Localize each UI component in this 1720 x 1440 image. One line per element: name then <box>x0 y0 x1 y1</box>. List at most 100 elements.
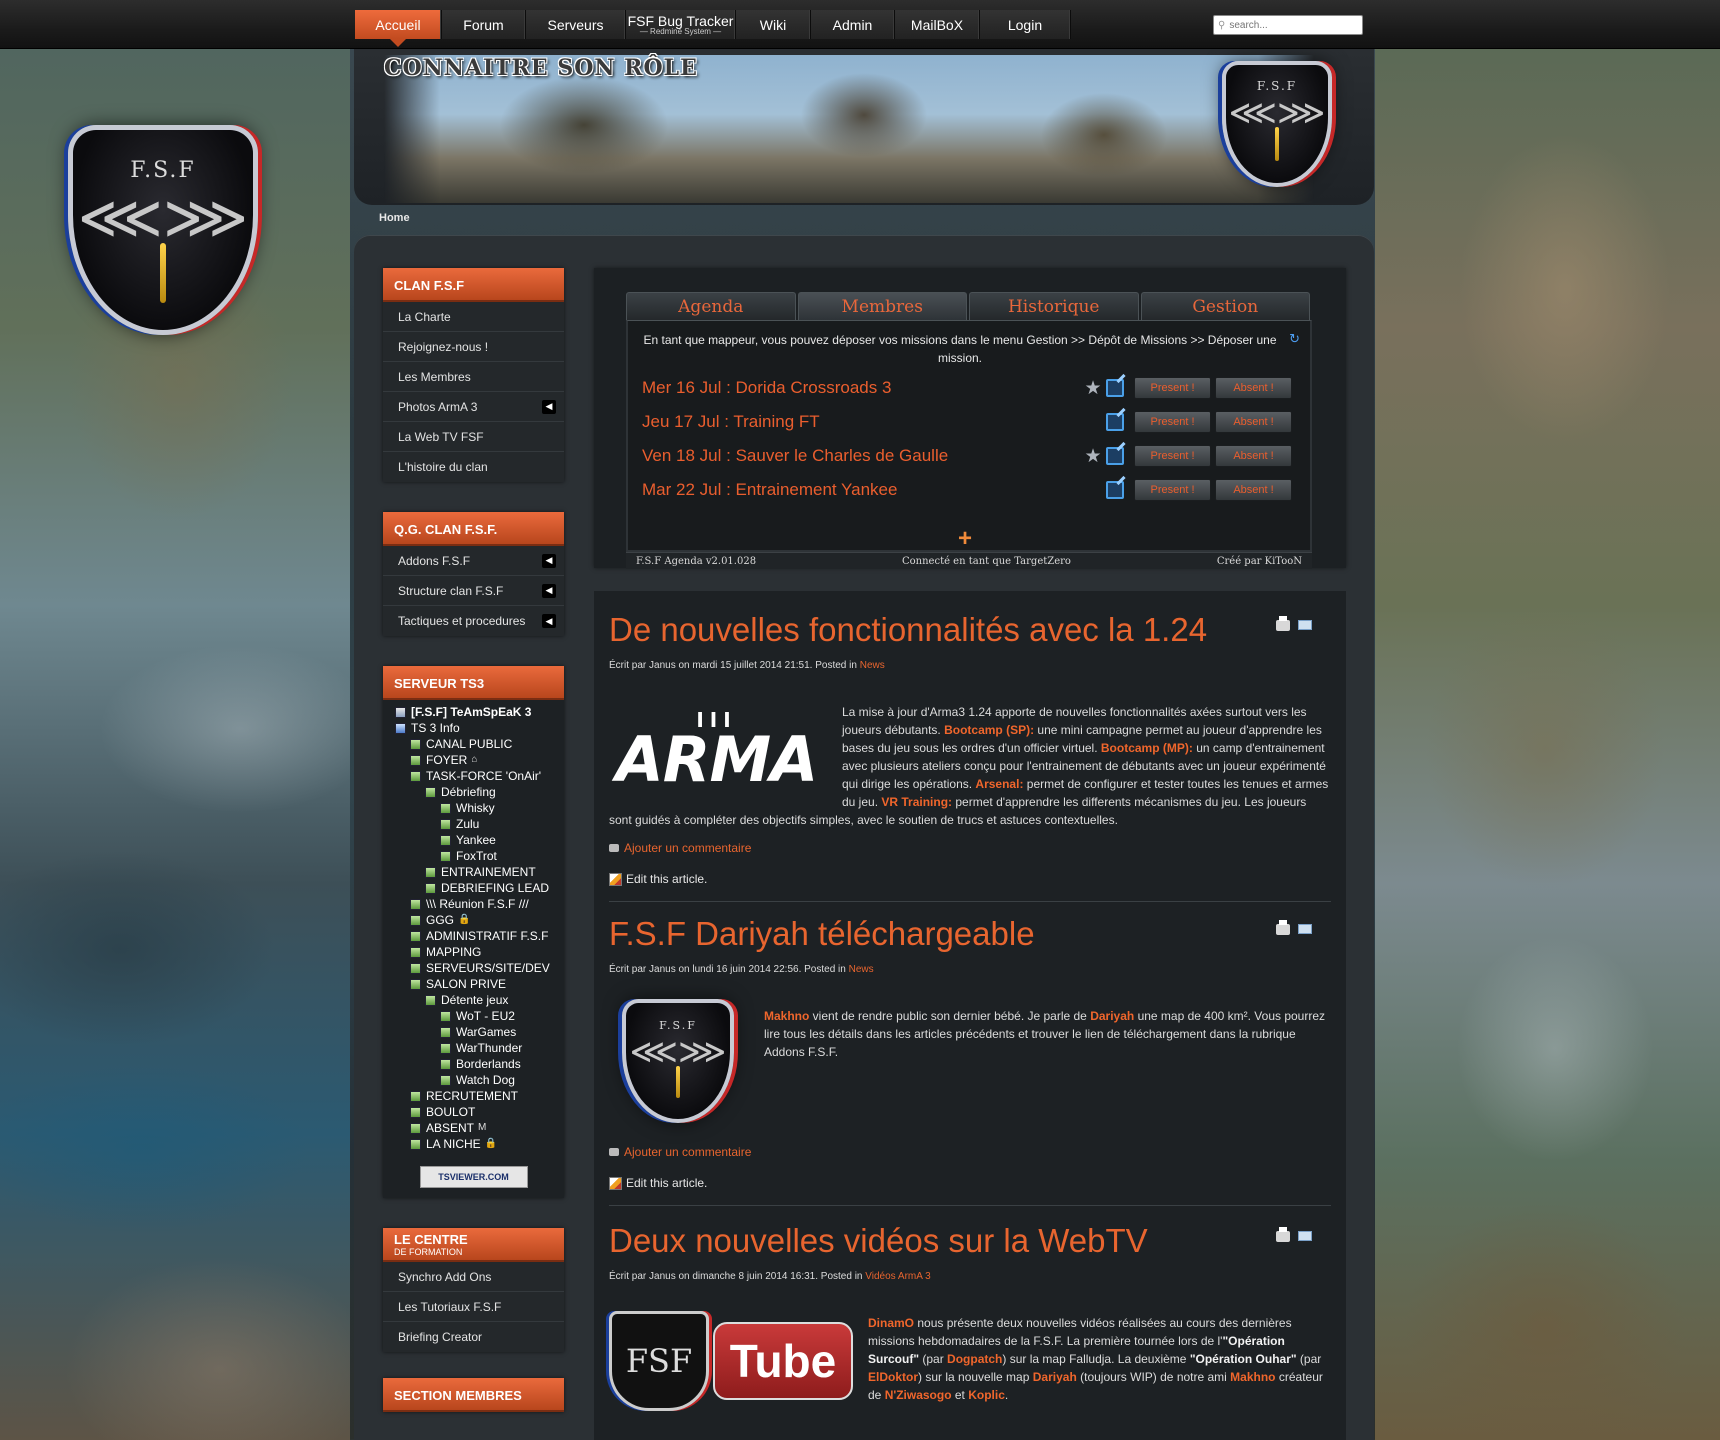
absent-button[interactable]: Absent ! <box>1215 411 1292 433</box>
sidebar-item[interactable]: Photos ArmA 3 ◀ <box>383 392 564 422</box>
present-button[interactable]: Present ! <box>1134 445 1211 467</box>
present-button[interactable]: Present ! <box>1134 411 1211 433</box>
ts3-channel[interactable]: TASK-FORCE 'OnAir' <box>395 768 564 784</box>
breadcrumb[interactable]: Home <box>379 212 410 224</box>
ts3-channel[interactable]: Watch Dog <box>395 1072 564 1088</box>
ts3-channel[interactable]: Borderlands <box>395 1056 564 1072</box>
article-title[interactable]: De nouvelles fonctionnalités avec la 1.2… <box>609 611 1207 649</box>
print-icon[interactable] <box>1276 616 1290 631</box>
ts3-channel[interactable]: ABSENT M <box>395 1120 564 1136</box>
absent-button[interactable]: Absent ! <box>1215 479 1292 501</box>
star-icon[interactable]: ★ <box>1082 445 1104 468</box>
article-category-link[interactable]: News <box>849 964 874 975</box>
ts3-channel[interactable]: Whisky <box>395 800 564 816</box>
print-icon[interactable] <box>1276 920 1290 935</box>
ts3-channel[interactable]: ENTRAINEMENT <box>395 864 564 880</box>
agenda-event-title[interactable]: Mar 22 Jul : Entrainement Yankee <box>642 480 1082 500</box>
ts3-channel[interactable]: SERVEURS/SITE/DEV <box>395 960 564 976</box>
sidebar-item[interactable]: L'histoire du clan <box>383 452 564 482</box>
article-title[interactable]: F.S.F Dariyah téléchargeable <box>609 915 1035 953</box>
ts3-channel[interactable]: Yankee <box>395 832 564 848</box>
ts3-channel[interactable]: BOULOT <box>395 1104 564 1120</box>
sidebar-item[interactable]: La Charte <box>383 302 564 332</box>
highlight-link[interactable]: "Opération Ouhar" <box>1190 1352 1297 1366</box>
add-comment-link[interactable]: Ajouter un commentaire <box>609 841 751 855</box>
edit-article-link[interactable]: Edit this article. <box>609 872 707 886</box>
highlight-link[interactable]: Dariyah <box>1090 1009 1134 1023</box>
ts3-channel[interactable]: Débriefing <box>395 784 564 800</box>
tsviewer-badge[interactable]: TSVIEWER.COM <box>419 1166 528 1188</box>
sidebar-item[interactable]: Les Tutoriaux F.S.F <box>383 1292 564 1322</box>
ts3-channel[interactable]: FoxTrot <box>395 848 564 864</box>
ts3-channel[interactable]: SALON PRIVE <box>395 976 564 992</box>
sidebar-item[interactable]: Tactiques et procedures ◀ <box>383 606 564 636</box>
nav-item-forum[interactable]: Forum <box>442 10 526 39</box>
tab-membres[interactable]: Membres <box>797 292 967 320</box>
ts3-channel[interactable]: Zulu <box>395 816 564 832</box>
edit-icon[interactable] <box>1106 413 1124 431</box>
star-icon[interactable]: ★ <box>1082 377 1104 400</box>
sidebar-item[interactable]: Synchro Add Ons <box>383 1262 564 1292</box>
highlight-link[interactable]: Dariyah <box>1033 1370 1077 1384</box>
ts3-channel[interactable]: WarThunder <box>395 1040 564 1056</box>
chevron-left-icon[interactable]: ◀ <box>542 614 556 628</box>
absent-button[interactable]: Absent ! <box>1215 445 1292 467</box>
ts3-channel[interactable]: WarGames <box>395 1024 564 1040</box>
highlight-link[interactable]: Bootcamp (MP): <box>1101 741 1193 755</box>
add-comment-link[interactable]: Ajouter un commentaire <box>609 1145 751 1159</box>
sidebar-item[interactable]: Addons F.S.F ◀ <box>383 546 564 576</box>
edit-icon[interactable] <box>1106 379 1124 397</box>
search-box[interactable]: ⚲ <box>1213 15 1363 35</box>
ts3-channel[interactable]: CANAL PUBLIC <box>395 736 564 752</box>
ts3-channel[interactable]: Détente jeux <box>395 992 564 1008</box>
search-input[interactable] <box>1229 19 1350 31</box>
nav-item-serveurs[interactable]: Serveurs <box>526 10 626 39</box>
refresh-icon[interactable]: ↻ <box>1289 331 1300 347</box>
absent-button[interactable]: Absent ! <box>1215 377 1292 399</box>
present-button[interactable]: Present ! <box>1134 479 1211 501</box>
add-event-icon[interactable]: + <box>958 525 972 553</box>
highlight-link[interactable]: Bootcamp (SP): <box>944 723 1034 737</box>
article-category-link[interactable]: Vidéos ArmA 3 <box>865 1271 930 1282</box>
print-icon[interactable] <box>1276 1227 1290 1242</box>
highlight-link[interactable]: N'Ziwasogo <box>885 1388 952 1402</box>
edit-icon[interactable] <box>1106 447 1124 465</box>
email-icon[interactable] <box>1298 924 1312 934</box>
article-category-link[interactable]: News <box>860 660 885 671</box>
chevron-left-icon[interactable]: ◀ <box>542 583 556 598</box>
ts3-channel[interactable]: FOYER ⌂ <box>395 752 564 768</box>
chevron-left-icon[interactable]: ◀ <box>542 553 556 568</box>
highlight-link[interactable]: Dogpatch <box>947 1352 1002 1366</box>
edit-icon[interactable] <box>1106 481 1124 499</box>
highlight-link[interactable]: Arsenal: <box>975 777 1023 791</box>
ts3-channel[interactable]: ADMINISTRATIF F.S.F <box>395 928 564 944</box>
nav-item-mailbox[interactable]: MailBoX <box>895 10 980 39</box>
ts3-channel[interactable]: WoT - EU2 <box>395 1008 564 1024</box>
present-button[interactable]: Present ! <box>1134 377 1211 399</box>
nav-item-login[interactable]: Login <box>980 10 1071 39</box>
fsf-crest-small-logo[interactable]: F.S.F ⋘⋙ <box>1222 61 1332 187</box>
ts3-channel[interactable]: [F.S.F] TeAmSpEaK 3 <box>395 704 564 720</box>
tab-agenda[interactable]: Agenda <box>626 292 796 320</box>
ts3-channel[interactable]: MAPPING <box>395 944 564 960</box>
sidebar-item[interactable]: Les Membres <box>383 362 564 392</box>
highlight-link[interactable]: ElDoktor <box>868 1370 918 1384</box>
highlight-link[interactable]: Koplic <box>968 1388 1005 1402</box>
ts3-channel[interactable]: LA NICHE 🔒 <box>395 1136 564 1152</box>
tab-gestion[interactable]: Gestion <box>1140 292 1310 320</box>
sidebar-item[interactable]: Briefing Creator <box>383 1322 564 1352</box>
chevron-left-icon[interactable]: ◀ <box>542 399 556 414</box>
email-icon[interactable] <box>1298 1231 1312 1241</box>
agenda-event-title[interactable]: Mer 16 Jul : Dorida Crossroads 3 <box>642 378 1082 398</box>
nav-item-fsf-bug-tracker[interactable]: FSF Bug Tracker — Redmine System — <box>626 10 736 39</box>
nav-item-admin[interactable]: Admin <box>811 10 895 39</box>
ts3-channel[interactable]: \\\ Réunion F.S.F /// <box>395 896 564 912</box>
edit-article-link[interactable]: Edit this article. <box>609 1176 707 1190</box>
ts3-channel[interactable]: GGG 🔒 <box>395 912 564 928</box>
email-icon[interactable] <box>1298 620 1312 630</box>
ts3-channel[interactable]: TS 3 Info <box>395 720 564 736</box>
ts3-channel[interactable]: DEBRIEFING LEAD <box>395 880 564 896</box>
agenda-event-title[interactable]: Jeu 17 Jul : Training FT <box>642 412 1082 432</box>
nav-item-wiki[interactable]: Wiki <box>736 10 811 39</box>
sidebar-item[interactable]: Rejoignez-nous ! <box>383 332 564 362</box>
